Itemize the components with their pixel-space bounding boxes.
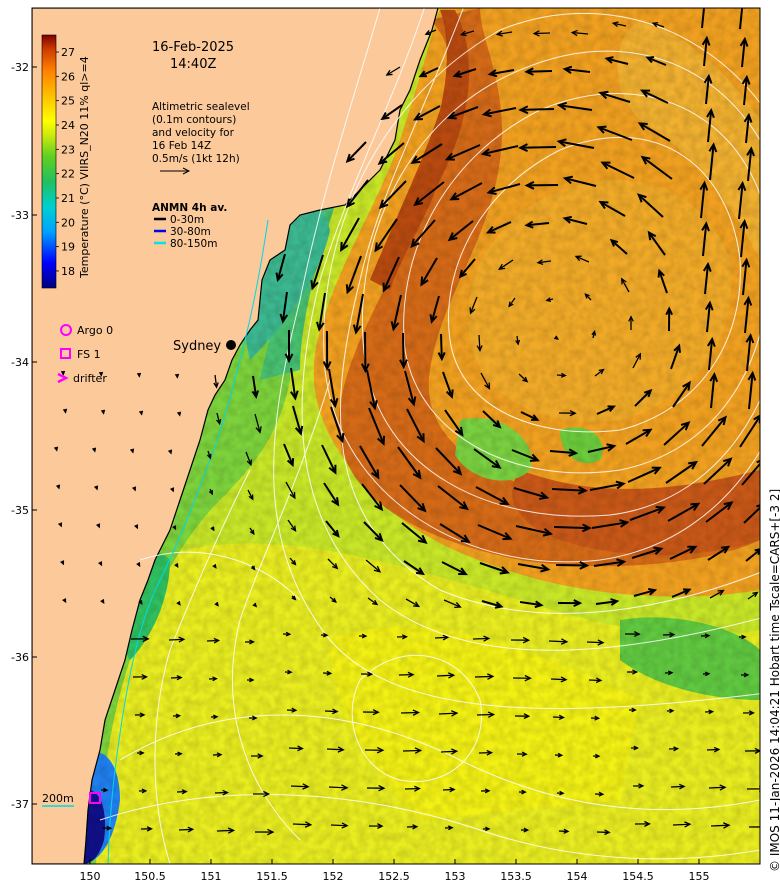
colorbar-tick-label: 27	[61, 46, 75, 59]
lat-tick-label: -32	[11, 61, 29, 74]
colorbar-tick-label: 21	[61, 192, 75, 205]
lat-tick-label: -37	[11, 798, 29, 811]
lon-tick-label: 153.5	[500, 870, 532, 883]
note-line: 0.5m/s (1kt 12h)	[152, 153, 240, 165]
lon-tick-label: 154	[567, 870, 588, 883]
lon-tick-label: 153	[445, 870, 466, 883]
anmn-label: 80-150m	[170, 238, 217, 250]
anmn-label: 0-30m	[170, 214, 204, 226]
lon-tick-label: 150.5	[134, 870, 166, 883]
lon-tick-label: 152	[323, 870, 344, 883]
colorbar-tick-label: 23	[61, 143, 75, 156]
lon-tick-label: 150	[80, 870, 101, 883]
lon-tick-label: 151	[201, 870, 222, 883]
note-line: Altimetric sealevel	[152, 101, 250, 113]
lat-tick-label: -36	[11, 651, 29, 664]
city-label: Sydney	[173, 339, 221, 354]
isobath-label: 200m	[42, 792, 74, 805]
marker-label: FS 1	[77, 348, 101, 361]
anmn-title: ANMN 4h av.	[152, 202, 227, 214]
sydney-dot-icon	[226, 340, 236, 350]
sst-field	[32, 8, 760, 864]
colorbar-tick-label: 18	[61, 265, 75, 278]
sst-map: 27 26 25 24 23 22 21 20 19 18 Temperature (°C) VI…	[11, 7, 780, 883]
time-label: 14:40Z	[170, 57, 216, 72]
note-line: and velocity for	[152, 127, 235, 139]
lon-tick-label: 151.5	[256, 870, 288, 883]
lat-tick-label: -35	[11, 504, 29, 517]
note-line: 16 Feb 14Z	[152, 140, 211, 152]
marker-label: drifter	[73, 372, 107, 385]
colorbar-tick-label: 25	[61, 95, 75, 108]
colorbar-tick-label: 20	[61, 216, 75, 229]
date-label: 16-Feb-2025	[152, 40, 234, 55]
credit-text: © IMOS 11-Jan-2026 14:04:21 Hobart time …	[768, 489, 780, 872]
anmn-label: 30-80m	[170, 226, 211, 238]
lat-tick-label: -33	[11, 209, 29, 222]
colorbar-tick-label: 26	[61, 70, 75, 83]
colorbar-title: Temperature (°C) VIIRS_N20 11% ql>=4	[78, 56, 91, 279]
colorbar-tick-label: 19	[61, 241, 75, 254]
lon-tick-label: 152.5	[378, 870, 410, 883]
colorbar-tick-label: 22	[61, 168, 75, 181]
lat-tick-label: -34	[11, 356, 29, 369]
note-line: (0.1m contours)	[152, 114, 236, 126]
colorbar-tick-label: 24	[61, 119, 75, 132]
lon-tick-label: 154.5	[622, 870, 654, 883]
marker-label: Argo 0	[77, 324, 113, 337]
lon-tick-label: 155	[689, 870, 710, 883]
